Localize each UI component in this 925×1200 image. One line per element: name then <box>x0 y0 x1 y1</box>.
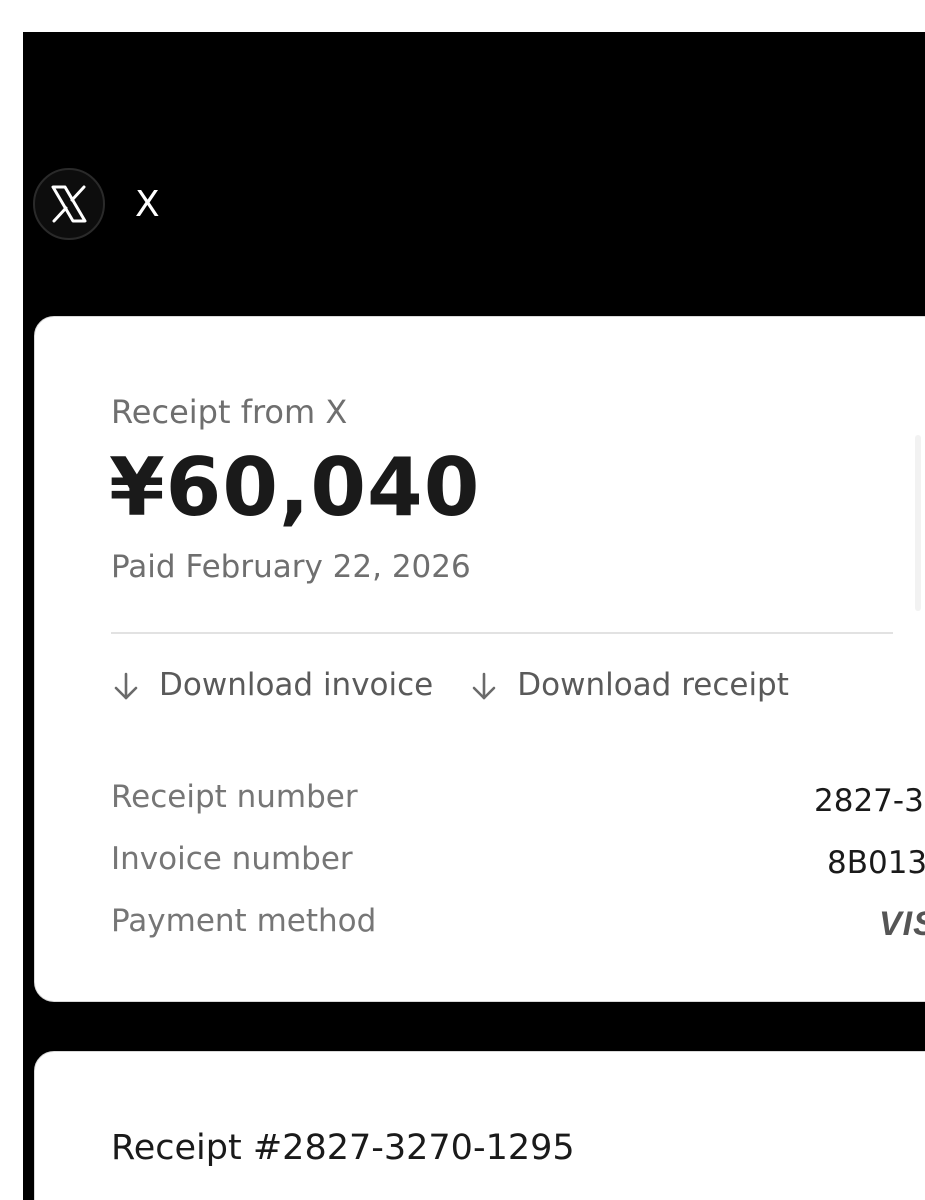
divider <box>111 632 893 634</box>
brand-header: X <box>33 166 160 242</box>
arrow-down-icon <box>111 667 141 703</box>
download-invoice-link[interactable]: Download invoice <box>111 667 433 703</box>
x-logo-icon <box>33 168 105 240</box>
receipt-number-label: Receipt number <box>111 779 358 815</box>
receipt-from-label: Receipt from X <box>111 393 348 431</box>
invoice-number-row: Invoice number 8B0139 <box>111 841 925 881</box>
brand-name: X <box>135 183 160 225</box>
visa-card-logo: VISA <box>879 905 925 943</box>
side-edge <box>915 435 921 611</box>
email-frame: X Receipt from X ¥60,040 Paid February 2… <box>23 32 925 1200</box>
receipt-detail-card: Receipt #2827-3270-1295 <box>34 1051 925 1200</box>
paid-date: Paid February 22, 2026 <box>111 549 471 585</box>
receipt-detail-title: Receipt #2827-3270-1295 <box>111 1128 575 1168</box>
receipt-number-row: Receipt number 2827-32 <box>111 779 925 819</box>
download-invoice-label: Download invoice <box>159 667 434 703</box>
payment-method-label: Payment method <box>111 903 377 939</box>
download-links: Download invoice Download receipt <box>111 667 789 703</box>
payment-method-row: Payment method VISA <box>111 903 925 943</box>
receipt-number-value: 2827-32 <box>814 783 925 819</box>
invoice-number-value: 8B0139 <box>827 845 925 881</box>
receipt-amount: ¥60,040 <box>109 441 481 534</box>
download-receipt-label: Download receipt <box>517 667 789 703</box>
arrow-down-icon <box>469 667 499 703</box>
download-receipt-link[interactable]: Download receipt <box>469 667 789 703</box>
receipt-summary-card: Receipt from X ¥60,040 Paid February 22,… <box>34 316 925 1002</box>
invoice-number-label: Invoice number <box>111 841 353 877</box>
